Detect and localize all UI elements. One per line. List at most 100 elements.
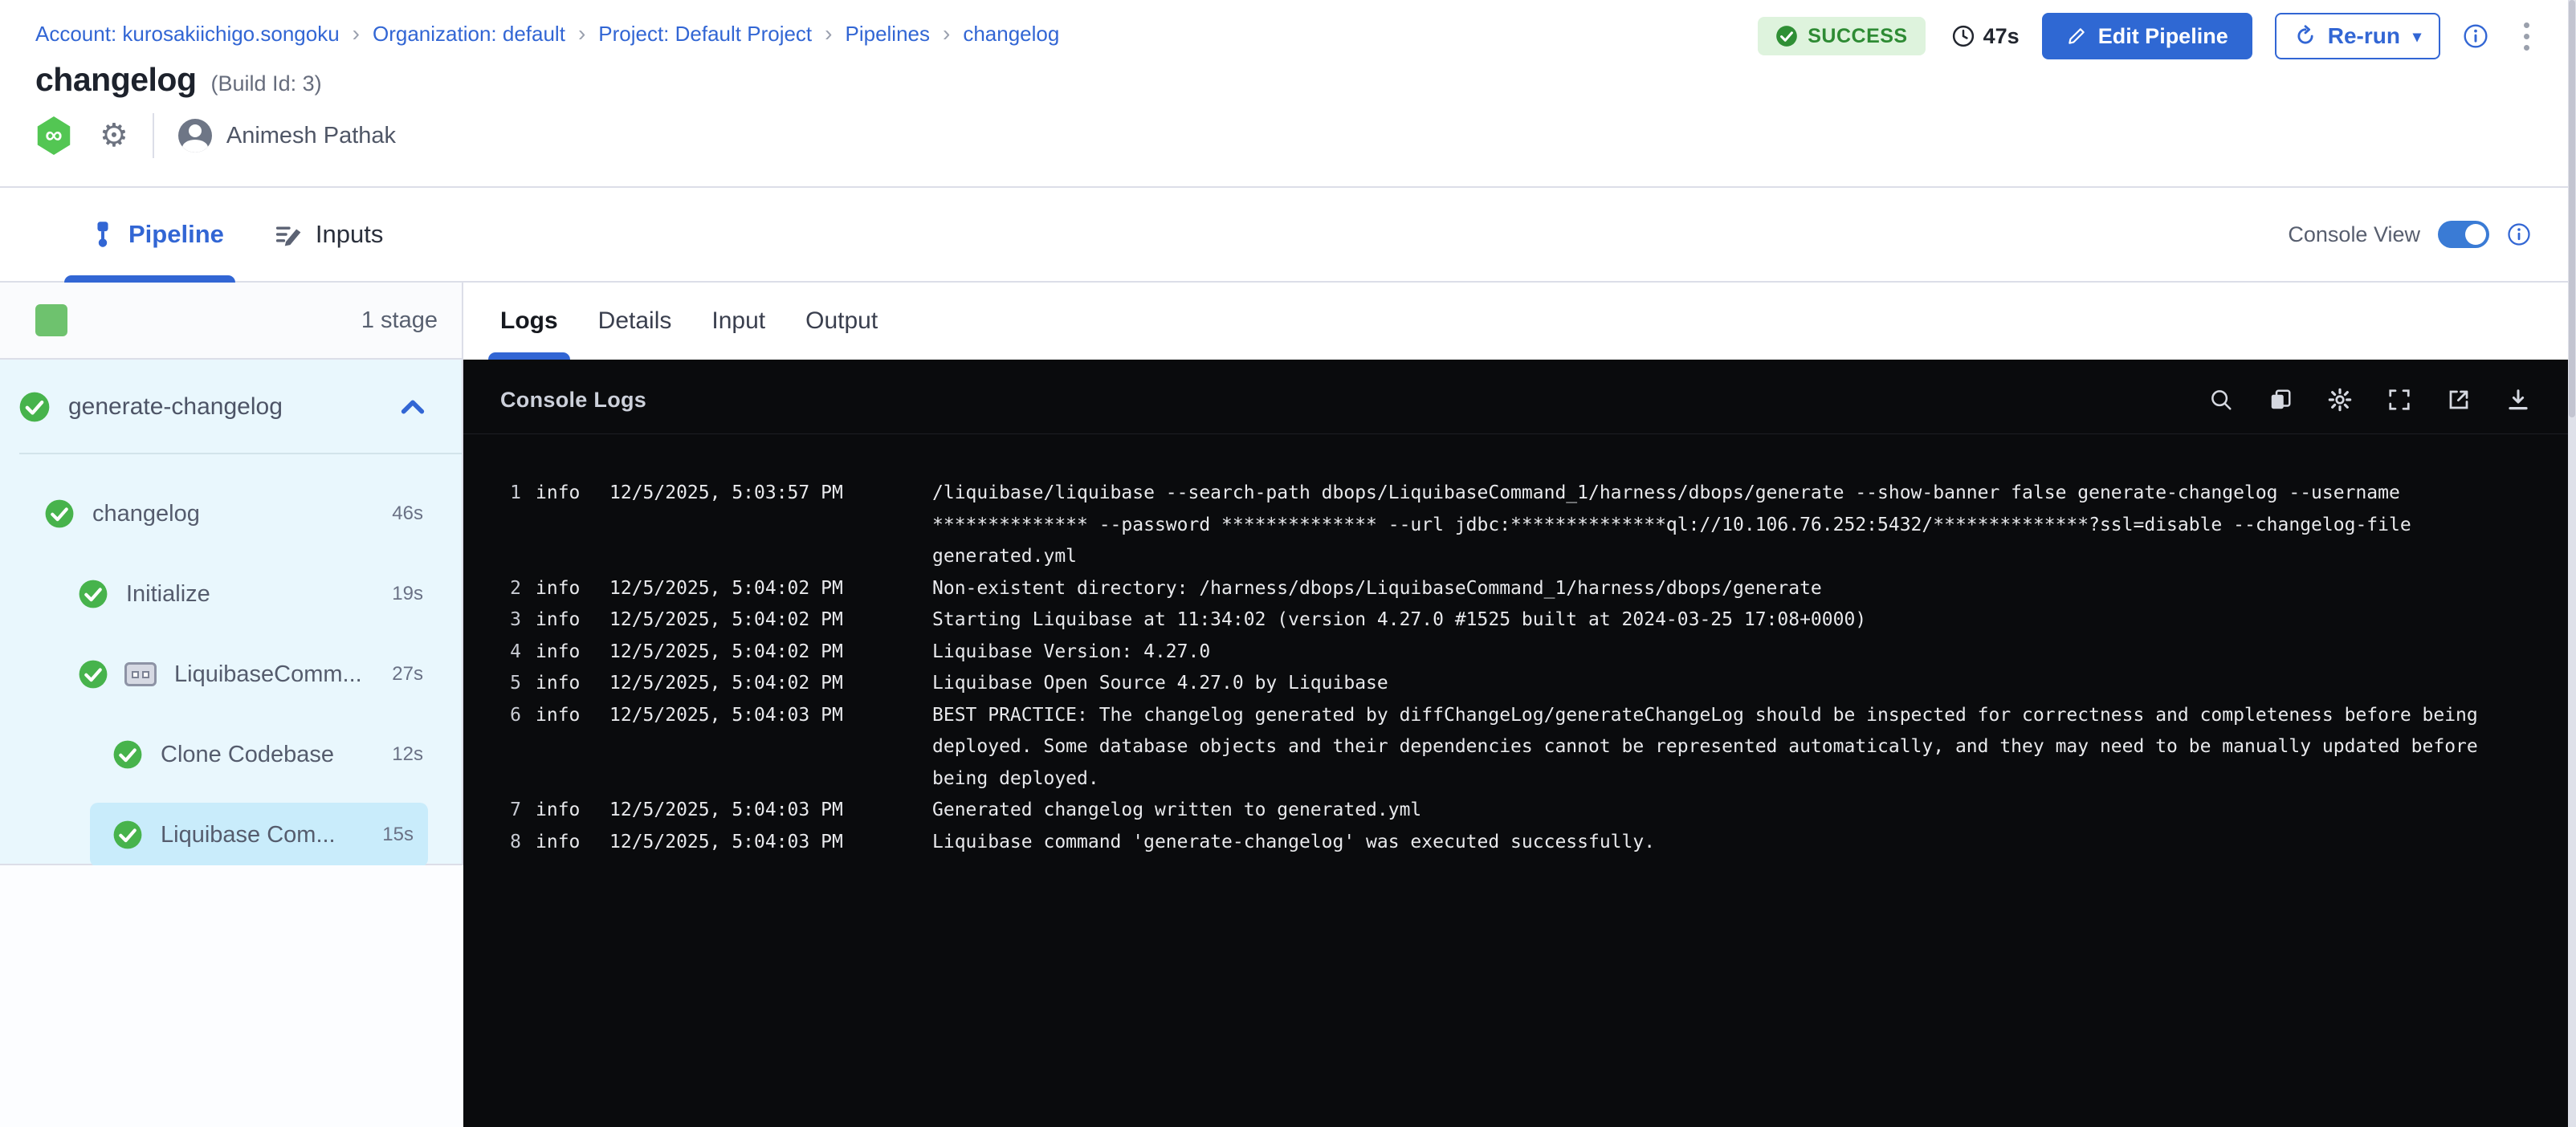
log-message: Non-existent directory: /harness/dbops/L… bbox=[932, 573, 2539, 605]
content-area: 1 stage generate-changelog changelog46sI… bbox=[0, 283, 2576, 1127]
console-tabbar: Logs Details Input Output bbox=[463, 283, 2576, 360]
console-view-label: Console View bbox=[2288, 222, 2420, 247]
rerun-button[interactable]: Re-run ▾ bbox=[2275, 13, 2440, 59]
log-settings-gear-icon[interactable] bbox=[2327, 387, 2353, 413]
pipeline-icon bbox=[90, 221, 116, 248]
log-message: BEST PRACTICE: The changelog generated b… bbox=[932, 700, 2539, 795]
log-level: info bbox=[536, 573, 595, 605]
log-level: info bbox=[536, 637, 595, 669]
tab-pipeline[interactable]: Pipeline bbox=[90, 188, 224, 281]
title-row: changelog (Build Id: 3) bbox=[35, 61, 2544, 99]
log-timestamp: 12/5/2025, 5:04:02 PM bbox=[609, 573, 918, 605]
build-meta-row: ∞ ⚙ Animesh Pathak bbox=[35, 116, 2544, 155]
collapse-chevron-up-icon[interactable] bbox=[399, 397, 426, 417]
log-message: Generated changelog written to generated… bbox=[932, 795, 2539, 827]
step-duration: 46s bbox=[392, 502, 423, 525]
log-message: Liquibase command 'generate-changelog' w… bbox=[932, 827, 2539, 859]
step-success-check-icon bbox=[112, 820, 143, 850]
fullscreen-icon[interactable] bbox=[2386, 387, 2412, 413]
log-message: Starting Liquibase at 11:34:02 (version … bbox=[932, 604, 2539, 637]
console-tab-details[interactable]: Details bbox=[598, 283, 672, 360]
console-tab-input[interactable]: Input bbox=[711, 283, 765, 360]
breadcrumb-link[interactable]: Pipelines bbox=[845, 19, 930, 48]
log-level: info bbox=[536, 668, 595, 700]
stage-count-row: 1 stage bbox=[0, 283, 463, 360]
log-line-number: 8 bbox=[507, 827, 521, 859]
log-message: Liquibase Open Source 4.27.0 by Liquibas… bbox=[932, 668, 2539, 700]
success-check-icon bbox=[1775, 25, 1798, 47]
more-options-menu[interactable] bbox=[2516, 18, 2537, 55]
log-timestamp: 12/5/2025, 5:04:03 PM bbox=[609, 700, 918, 795]
vertical-divider bbox=[153, 113, 154, 158]
tab-pipeline-label: Pipeline bbox=[128, 220, 224, 249]
copy-icon[interactable] bbox=[2268, 387, 2293, 413]
step-row[interactable]: Clone Codebase12s bbox=[0, 714, 462, 795]
breadcrumb-link[interactable]: Project: Default Project bbox=[598, 19, 812, 48]
log-line-number: 7 bbox=[507, 795, 521, 827]
breadcrumb-separator: › bbox=[825, 19, 832, 48]
tab-inputs[interactable]: Inputs bbox=[275, 188, 383, 281]
user-name: Animesh Pathak bbox=[226, 123, 396, 149]
status-badge: SUCCESS bbox=[1758, 17, 1925, 55]
scrollbar-thumb[interactable] bbox=[2569, 0, 2575, 417]
page-scrollbar[interactable] bbox=[2568, 0, 2576, 1127]
console-tab-logs[interactable]: Logs bbox=[500, 283, 558, 360]
step-row[interactable]: changelog46s bbox=[0, 474, 462, 554]
log-line-number: 1 bbox=[507, 478, 521, 573]
step-success-check-icon bbox=[78, 659, 108, 690]
log-line: 8info12/5/2025, 5:04:03 PMLiquibase comm… bbox=[507, 827, 2539, 859]
log-timestamp: 12/5/2025, 5:04:02 PM bbox=[609, 604, 918, 637]
stage-status-square bbox=[35, 304, 67, 336]
console-tab-output[interactable]: Output bbox=[805, 283, 878, 360]
rerun-refresh-icon bbox=[2294, 25, 2317, 47]
breadcrumb-link[interactable]: Organization: default bbox=[373, 19, 565, 48]
console-view-info-icon[interactable] bbox=[2507, 222, 2531, 246]
stage-root-row[interactable]: generate-changelog bbox=[0, 380, 462, 433]
breadcrumb-separator: › bbox=[943, 19, 950, 48]
duration-text: 47s bbox=[1983, 24, 2020, 49]
console-view-toggle[interactable] bbox=[2438, 221, 2489, 248]
breadcrumb-link[interactable]: changelog bbox=[963, 19, 1059, 48]
step-success-check-icon bbox=[112, 739, 143, 770]
open-in-new-icon[interactable] bbox=[2446, 387, 2472, 413]
log-line: 5info12/5/2025, 5:04:02 PMLiquibase Open… bbox=[507, 668, 2539, 700]
breadcrumb-separator: › bbox=[578, 19, 585, 48]
user-avatar bbox=[178, 119, 212, 153]
breadcrumb-link[interactable]: Account: kurosakiichigo.songoku bbox=[35, 19, 340, 48]
log-line-number: 2 bbox=[507, 573, 521, 605]
build-settings-gear-icon[interactable]: ⚙ bbox=[100, 120, 128, 152]
duration-indicator: 47s bbox=[1951, 24, 2020, 49]
breadcrumb-separator: › bbox=[353, 19, 360, 48]
edit-pipeline-button[interactable]: Edit Pipeline bbox=[2042, 13, 2252, 59]
console-header: Console Logs bbox=[463, 360, 2576, 434]
console-log-body[interactable]: 1info12/5/2025, 5:03:57 PM/liquibase/liq… bbox=[463, 434, 2576, 1127]
log-level: info bbox=[536, 604, 595, 637]
log-line-number: 6 bbox=[507, 700, 521, 795]
search-icon[interactable] bbox=[2208, 387, 2234, 413]
step-row[interactable]: Liquibase Com...15s bbox=[90, 803, 428, 867]
log-line: 3 info 12/5/2025, 5:04:02 PM Starting Liqui… bbox=[507, 604, 2539, 637]
log-timestamp: 12/5/2025, 5:04:02 PM bbox=[609, 637, 918, 669]
step-group-icon bbox=[124, 662, 157, 686]
log-line-number: 3 bbox=[507, 604, 521, 637]
step-row[interactable]: Initialize19s bbox=[0, 554, 462, 634]
stage-sidebar: 1 stage generate-changelog changelog46sI… bbox=[0, 283, 463, 1127]
step-name: LiquibaseComm... bbox=[174, 661, 362, 688]
step-success-check-icon bbox=[78, 579, 108, 609]
step-duration: 27s bbox=[392, 663, 423, 686]
main-tabbar: Pipeline Inputs Console View bbox=[0, 186, 2576, 283]
step-row[interactable]: LiquibaseComm... 27s bbox=[0, 634, 462, 714]
log-level: info bbox=[536, 827, 595, 859]
step-duration: 15s bbox=[382, 824, 414, 846]
step-success-check-icon bbox=[44, 498, 75, 529]
tab-inputs-label: Inputs bbox=[316, 220, 383, 249]
download-icon[interactable] bbox=[2505, 387, 2531, 413]
console-title: Console Logs bbox=[500, 388, 646, 413]
console-column: Logs Details Input Output Console Logs bbox=[463, 283, 2576, 1127]
header-actions: SUCCESS 47s Edit Pipeline bbox=[1758, 13, 2537, 59]
log-timestamp: 12/5/2025, 5:04:02 PM bbox=[609, 668, 918, 700]
info-icon[interactable] bbox=[2463, 23, 2488, 49]
pencil-icon bbox=[2066, 26, 2087, 47]
status-text: SUCCESS bbox=[1808, 25, 1907, 48]
console-toolbar bbox=[2208, 387, 2531, 413]
